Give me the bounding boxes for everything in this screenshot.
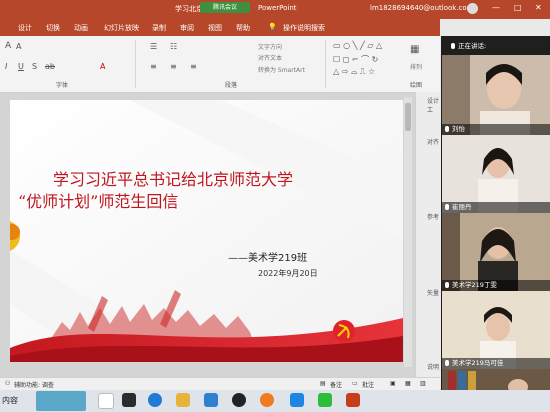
comments-button[interactable]: 批注 bbox=[362, 380, 374, 389]
window-title: 学习北京 bbox=[175, 5, 203, 13]
speaking-indicator: 正在讲话: bbox=[448, 40, 486, 50]
speaking-label: 正在讲话: bbox=[458, 42, 487, 50]
scrollbar-thumb[interactable] bbox=[405, 103, 411, 131]
comments-icon: ▭ bbox=[352, 380, 358, 387]
participant-name-1: 刘怡 bbox=[442, 124, 550, 135]
slide-author: ——美术学219班 bbox=[228, 253, 308, 264]
align-left-icon[interactable]: ≡ bbox=[150, 62, 157, 71]
slide-date: 2022年9月20日 bbox=[258, 269, 318, 278]
italic-icon[interactable]: I bbox=[5, 62, 7, 71]
shapes-gallery-icon-2[interactable]: ☐ ◻ ⌐ ⌒ ↻ bbox=[333, 54, 378, 65]
minimize-button[interactable]: — bbox=[492, 3, 500, 12]
participant-name-2: 崔丽丹 bbox=[442, 202, 550, 213]
align-center-icon[interactable]: ≡ bbox=[170, 62, 177, 71]
app-name: PowerPoint bbox=[258, 4, 297, 12]
shapes-gallery-icon[interactable]: ▭ ○ ╲ ╱ ▱ △ bbox=[333, 41, 382, 50]
vertical-scrollbar[interactable] bbox=[404, 97, 412, 367]
numbering-icon[interactable]: ☷ bbox=[170, 42, 177, 51]
reference-label[interactable]: 参考 bbox=[427, 212, 439, 221]
divider bbox=[135, 40, 136, 88]
video-tile-3[interactable]: 美术学219丁雯 bbox=[442, 213, 550, 291]
mic-icon bbox=[451, 43, 455, 49]
arrange-button[interactable]: 排列 bbox=[410, 62, 422, 71]
meeting-badge[interactable]: 腾讯会议 bbox=[200, 2, 250, 13]
start-icon[interactable] bbox=[98, 393, 114, 409]
video-tile-4[interactable]: 美术学219马可佳 bbox=[442, 291, 550, 369]
slide-title-line1: 学习习近平总书记给北京师范大学 bbox=[53, 170, 294, 189]
tab-animations[interactable]: 动画 bbox=[74, 23, 88, 33]
slide-title-line2: “优师计划”师范生回信 bbox=[18, 192, 179, 211]
divider bbox=[325, 40, 326, 88]
tab-design[interactable]: 设计 bbox=[18, 23, 32, 33]
wechat-icon[interactable] bbox=[318, 393, 332, 407]
drawing-group-label: 绘图 bbox=[410, 82, 423, 89]
tab-transitions[interactable]: 切换 bbox=[46, 23, 60, 33]
align-label[interactable]: 对齐 bbox=[427, 137, 439, 146]
tab-slideshow[interactable]: 幻灯片放映 bbox=[104, 23, 139, 33]
vector-label[interactable]: 矢量 bbox=[427, 288, 439, 297]
sorter-view-icon[interactable]: ▦ bbox=[405, 380, 411, 387]
slide-background bbox=[10, 100, 403, 362]
paragraph-group-label: 段落 bbox=[225, 82, 238, 89]
video-tile-1[interactable]: 刘怡 bbox=[442, 55, 550, 135]
tab-help[interactable]: 帮助 bbox=[236, 23, 250, 33]
firefox-icon[interactable] bbox=[260, 393, 274, 407]
video-tile-2[interactable]: 崔丽丹 bbox=[442, 135, 550, 213]
account-email[interactable]: lm1828694640@outlook.com bbox=[370, 4, 474, 12]
notes-icon: ▤ bbox=[320, 380, 326, 387]
shadow-icon[interactable]: S bbox=[32, 62, 37, 71]
normal-view-icon[interactable]: ▣ bbox=[390, 380, 396, 387]
format-pane-strip: 设计工 对齐 参考 矢量 说明 bbox=[415, 92, 443, 377]
close-button[interactable]: ✕ bbox=[535, 3, 542, 12]
underline-icon[interactable]: U bbox=[18, 62, 24, 71]
taskbar-label: 内容 bbox=[2, 396, 18, 405]
slide-canvas[interactable]: 学习习近平总书记给北京师范大学 “优师计划”师范生回信 ——美术学219班 20… bbox=[10, 100, 403, 362]
shapes-gallery-icon-3[interactable]: △ ⇨ ⌓ ⎍ ☆ bbox=[333, 67, 375, 77]
tab-record[interactable]: 录制 bbox=[152, 23, 166, 33]
participant-video bbox=[442, 55, 550, 135]
bullets-icon[interactable]: ☰ bbox=[150, 42, 157, 51]
arrange-icon[interactable]: ▦ bbox=[410, 44, 419, 55]
ribbon: A A I U S ab A 字体 ☰ ☷ ≡ ≡ ≡ 文字方向 对齐文本 转换… bbox=[0, 36, 440, 93]
smartart-button[interactable]: 转换为 SmartArt bbox=[258, 65, 305, 74]
strike-icon[interactable]: ab bbox=[45, 62, 55, 71]
file-explorer-icon[interactable] bbox=[176, 393, 190, 407]
accessibility-status[interactable]: 辅助功能: 调查 bbox=[14, 380, 54, 389]
tab-view[interactable]: 视图 bbox=[208, 23, 222, 33]
description-label[interactable]: 说明 bbox=[427, 362, 439, 371]
title-bar: 学习北京 腾讯会议 PowerPoint lm1828694640@outloo… bbox=[0, 0, 550, 19]
font-size-up-icon[interactable]: A bbox=[5, 41, 11, 51]
maximize-button[interactable]: □ bbox=[514, 3, 522, 12]
edge-icon[interactable] bbox=[148, 393, 162, 407]
search-tell-me[interactable]: 操作说明搜索 bbox=[283, 23, 325, 33]
store-icon[interactable] bbox=[204, 393, 218, 407]
notes-button[interactable]: 备注 bbox=[330, 380, 342, 389]
participant-video bbox=[442, 369, 550, 390]
participant-name-3: 美术学219丁雯 bbox=[442, 280, 550, 291]
align-text-button[interactable]: 对齐文本 bbox=[258, 53, 282, 62]
font-size-down-icon[interactable]: A bbox=[16, 42, 21, 51]
search-icon[interactable] bbox=[122, 393, 136, 407]
text-direction-button[interactable]: 文字方向 bbox=[258, 42, 282, 51]
powerpoint-icon[interactable] bbox=[346, 393, 360, 407]
status-bar: ⚇ 辅助功能: 调查 ▤ 备注 ▭ 批注 ▣ ▦ ▥ bbox=[0, 377, 440, 391]
tencent-meeting-icon[interactable] bbox=[290, 393, 304, 407]
wallpaper-widget[interactable] bbox=[36, 391, 86, 411]
ribbon-tabs: 设计 切换 动画 幻灯片放映 录制 审阅 视图 帮助 💡 操作说明搜索 bbox=[0, 19, 440, 36]
font-color-icon[interactable]: A bbox=[100, 62, 105, 71]
reading-view-icon[interactable]: ▥ bbox=[420, 380, 426, 387]
lightbulb-icon: 💡 bbox=[268, 23, 277, 31]
font-group-label: 字体 bbox=[56, 82, 69, 89]
participant-name-4: 美术学219马可佳 bbox=[442, 358, 550, 369]
accessibility-icon: ⚇ bbox=[5, 380, 11, 387]
tab-review[interactable]: 审阅 bbox=[180, 23, 194, 33]
video-tile-5[interactable] bbox=[442, 369, 550, 390]
avatar[interactable] bbox=[467, 3, 478, 14]
dell-icon[interactable] bbox=[232, 393, 246, 407]
align-right-icon[interactable]: ≡ bbox=[190, 62, 197, 71]
